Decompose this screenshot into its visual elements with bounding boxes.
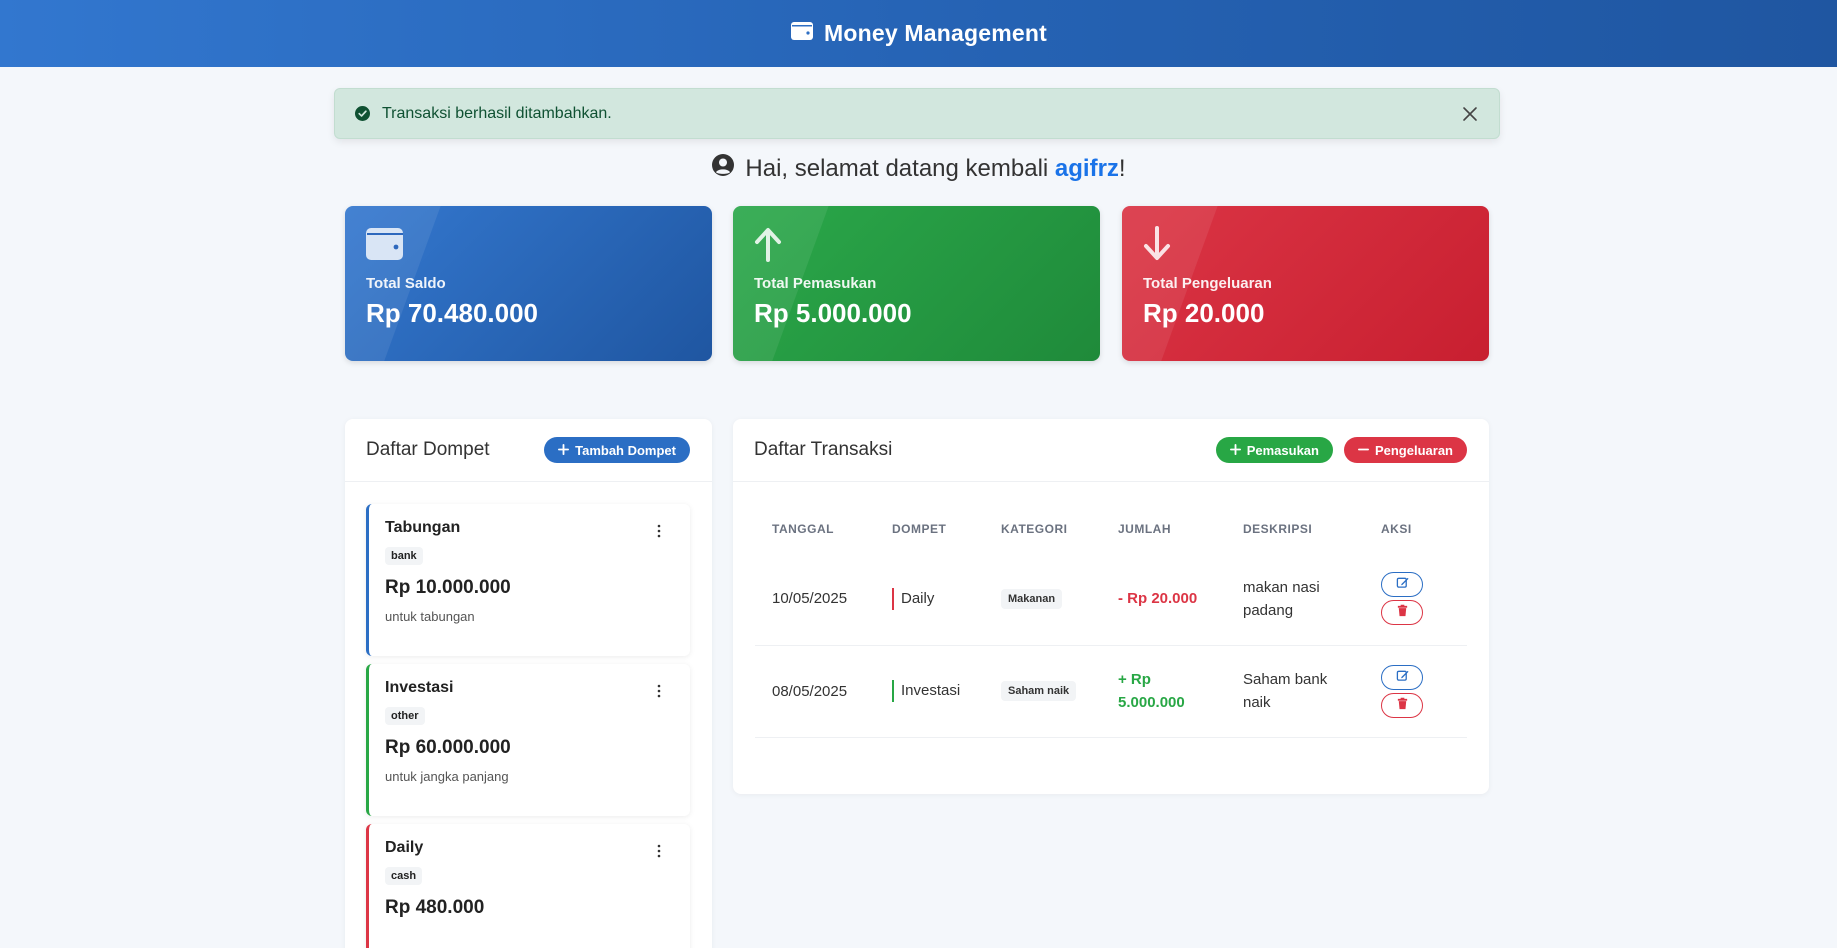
add-wallet-label: Tambah Dompet	[575, 442, 676, 458]
column-header-kategori: KATEGORI	[1001, 522, 1068, 536]
table-row: 10/05/2025 Daily Makanan - Rp 20.000 mak…	[755, 553, 1467, 646]
welcome-suffix: !	[1118, 154, 1126, 182]
stat-label: Total Saldo	[366, 275, 446, 292]
kebab-menu-icon[interactable]	[656, 524, 662, 538]
column-header-jumlah: JUMLAH	[1118, 522, 1171, 536]
navbar: Money Management	[0, 0, 1837, 67]
wallet-list-header: Daftar Dompet Tambah Dompet	[345, 419, 712, 482]
cell-amount: + Rp 5.000.000	[1101, 645, 1226, 738]
wallet-description: untuk tabungan	[385, 609, 475, 624]
add-expense-button[interactable]: Pengeluaran	[1343, 437, 1467, 463]
cell-actions	[1364, 553, 1467, 646]
wallet-list-title: Daftar Dompet	[366, 439, 490, 460]
alert-message: Transaksi berhasil ditambahkan.	[382, 104, 612, 122]
edit-button[interactable]	[1381, 664, 1423, 690]
wallet-balance: Rp 480.000	[385, 897, 485, 918]
edit-icon	[1396, 669, 1409, 686]
trash-icon	[1396, 604, 1409, 621]
success-alert: Transaksi berhasil ditambahkan.	[334, 88, 1500, 139]
stat-card-total-pemasukan: Total Pemasukan Rp 5.000.000	[733, 206, 1100, 361]
app-title: Money Management	[823, 20, 1047, 46]
amount-income: + Rp 5.000.000	[1118, 671, 1185, 711]
cell-date: 10/05/2025	[755, 553, 875, 646]
cell-date: 08/05/2025	[755, 645, 875, 738]
stat-card-total-saldo: Total Saldo Rp 70.480.000	[345, 206, 712, 361]
wallet-icon	[790, 19, 814, 49]
cell-category: Makanan	[984, 553, 1101, 646]
description-text: Saham bank naik	[1243, 671, 1328, 711]
wallet-type-badge: bank	[385, 547, 423, 565]
delete-button[interactable]	[1381, 600, 1423, 626]
wallet-item[interactable]: Daily cash Rp 480.000	[366, 824, 690, 948]
wallet-color-bar	[892, 680, 894, 702]
edit-icon	[1396, 576, 1409, 593]
cell-wallet: Daily	[875, 553, 984, 646]
welcome-prefix: Hai, selamat datang kembali	[745, 154, 1055, 182]
wallet-icon	[366, 226, 404, 262]
amount-expense: - Rp 20.000	[1118, 590, 1198, 608]
cell-description: Saham bank naik	[1226, 645, 1364, 738]
wallet-name: Tabungan	[385, 519, 461, 536]
check-circle-icon	[355, 106, 370, 121]
username: agifrz	[1054, 154, 1119, 182]
transaction-list-card: Daftar Transaksi Pemasukan Pengeluaran T…	[733, 419, 1489, 794]
transaction-list-header: Daftar Transaksi Pemasukan Pengeluaran	[733, 419, 1489, 482]
add-expense-label: Pengeluaran	[1374, 442, 1453, 458]
column-header-dompet: DOMPET	[892, 522, 947, 536]
wallet-balance: Rp 60.000.000	[385, 737, 511, 758]
category-badge: Saham naik	[1001, 681, 1077, 701]
wallet-description: untuk jangka panjang	[385, 769, 509, 784]
wallet-item[interactable]: Tabungan bank Rp 10.000.000 untuk tabung…	[366, 504, 690, 656]
add-wallet-button[interactable]: Tambah Dompet	[544, 437, 690, 463]
wallet-color-bar	[892, 587, 894, 610]
table-header-row: TANGGAL DOMPET KATEGORI JUMLAH DESKRIPSI…	[755, 521, 1467, 553]
description-text: makan nasi padang	[1243, 578, 1320, 619]
stat-value: Rp 20.000	[1143, 298, 1265, 328]
stat-card-total-pengeluaran: Total Pengeluaran Rp 20.000	[1122, 206, 1489, 361]
trash-icon	[1396, 697, 1409, 714]
arrow-up-icon	[754, 226, 792, 262]
column-header-tanggal: TANGGAL	[772, 522, 834, 536]
category-badge: Makanan	[1001, 588, 1063, 609]
wallet-item[interactable]: Investasi other Rp 60.000.000 untuk jang…	[366, 664, 690, 816]
stat-value: Rp 70.480.000	[366, 298, 539, 328]
column-header-deskripsi: DESKRIPSI	[1243, 522, 1313, 536]
wallet-name: Investasi	[901, 681, 961, 699]
arrow-down-icon	[1143, 226, 1181, 262]
add-income-button[interactable]: Pemasukan	[1215, 437, 1333, 463]
kebab-menu-icon[interactable]	[656, 844, 662, 858]
edit-button[interactable]	[1381, 572, 1423, 598]
stat-value: Rp 5.000.000	[754, 298, 912, 328]
plus-icon	[558, 443, 570, 458]
stat-label: Total Pemasukan	[754, 275, 877, 292]
cell-category: Saham naik	[984, 645, 1101, 738]
stat-label: Total Pengeluaran	[1143, 275, 1272, 292]
wallet-type-badge: other	[385, 707, 425, 725]
wallet-list-card: Daftar Dompet Tambah Dompet Tabungan ban…	[345, 419, 712, 948]
wallet-name: Daily	[385, 839, 424, 856]
welcome-message: Hai, selamat datang kembali agifrz!	[0, 153, 1837, 184]
plus-icon	[1229, 443, 1241, 458]
delete-button[interactable]	[1381, 692, 1423, 718]
close-icon[interactable]	[1459, 103, 1481, 125]
cell-actions	[1364, 645, 1467, 738]
user-circle-icon	[711, 153, 735, 184]
cell-description: makan nasi padang	[1226, 553, 1364, 646]
transaction-list-title: Daftar Transaksi	[754, 439, 893, 460]
minus-icon	[1357, 443, 1369, 458]
kebab-menu-icon[interactable]	[656, 684, 662, 698]
wallet-type-badge: cash	[385, 867, 423, 885]
add-income-label: Pemasukan	[1246, 442, 1319, 458]
wallet-name: Investasi	[385, 679, 454, 696]
wallet-balance: Rp 10.000.000	[385, 577, 511, 598]
table-row: 08/05/2025 Investasi Saham naik + Rp 5.0…	[755, 645, 1467, 738]
wallet-name: Daily	[901, 589, 935, 607]
transaction-table: TANGGAL DOMPET KATEGORI JUMLAH DESKRIPSI…	[755, 521, 1467, 738]
column-header-aksi: AKSI	[1381, 522, 1412, 536]
brand[interactable]: Money Management	[790, 19, 1047, 49]
cell-amount: - Rp 20.000	[1101, 553, 1226, 646]
cell-wallet: Investasi	[875, 645, 984, 738]
